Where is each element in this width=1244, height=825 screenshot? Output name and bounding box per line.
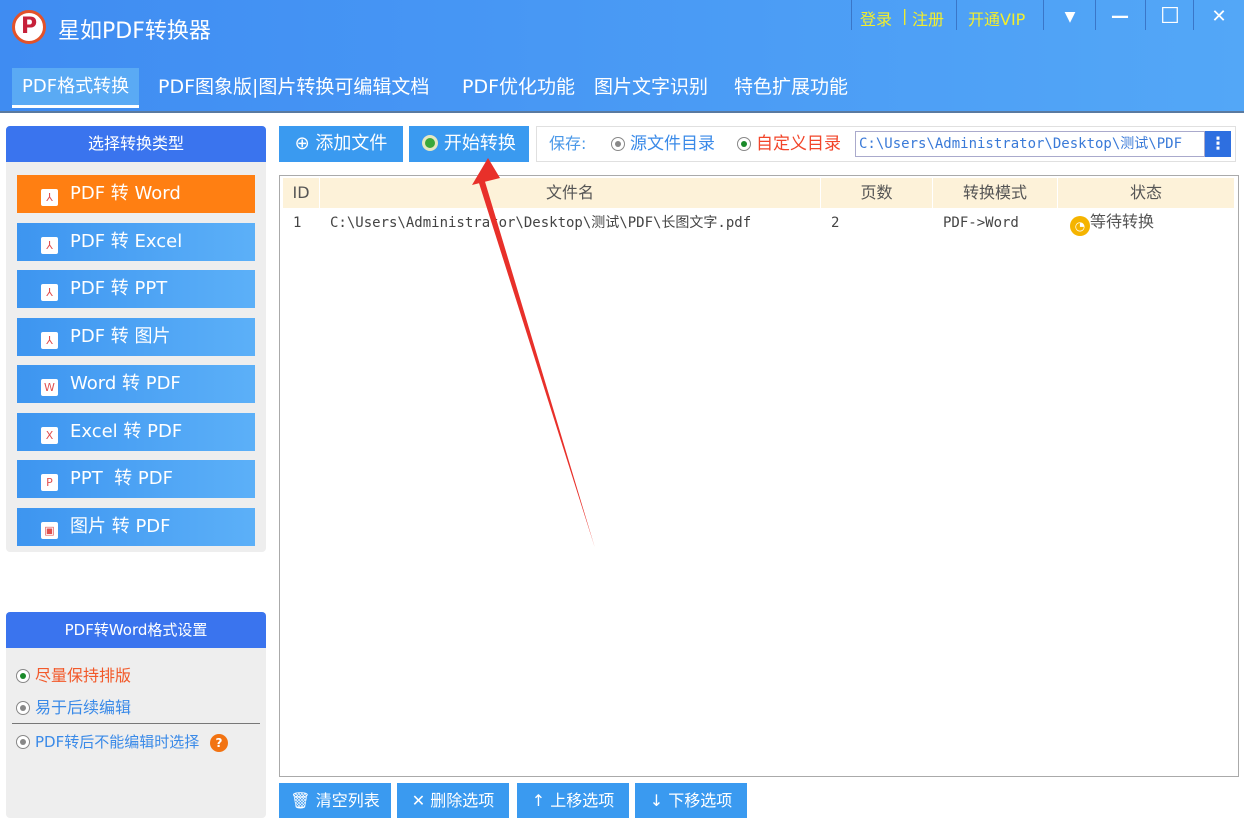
x-icon: ✕ [411, 791, 426, 810]
office-W-icon: W [41, 379, 58, 396]
radio-icon[interactable] [16, 735, 30, 749]
vip-link[interactable]: 开通VIP [968, 6, 1025, 30]
option-keep-layout[interactable]: 尽量保持排版 [16, 662, 131, 686]
tab-pdf-format[interactable]: PDF格式转换 [12, 68, 140, 108]
convert-option[interactable]: ▣ 图片 转 PDF [17, 507, 255, 546]
convert-option[interactable]: P PPT 转 PDF [17, 460, 255, 498]
clear-label: 清空列表 [315, 791, 380, 810]
table-row[interactable]: 1 C:\Users\Administrator\Desktop\测试\PDF\… [280, 209, 1238, 237]
cell-status: ◔ 等待转换 [1070, 209, 1154, 236]
convert-option-label: Excel 转 PDF [70, 420, 183, 442]
convert-option-label: 图片 转 PDF [70, 515, 171, 537]
column-header-filename[interactable]: 文件名 [320, 178, 820, 208]
column-header-id[interactable]: ID [283, 178, 319, 208]
column-header-status[interactable]: 状态 [1058, 178, 1234, 208]
option-label: 源文件目录 [630, 134, 715, 154]
convert-option-label: Word 转 PDF [70, 373, 181, 394]
tab-pdf-optimize[interactable]: PDF优化功能 [452, 68, 585, 108]
convert-option-label: PDF 转 PPT [70, 278, 168, 299]
app-title: 星如PDF转换器 [58, 19, 211, 44]
word-settings-panel: PDF转Word格式设置 尽量保持排版 易于后续编辑 PDF转后不能编辑时选择 … [6, 612, 266, 818]
start-dot-icon [422, 135, 439, 151]
app-logo-icon: P [12, 10, 46, 44]
arrow-up-icon: ↑ [531, 791, 546, 810]
pdf-icon: ⅄ [41, 284, 58, 301]
delete-label: 删除选项 [430, 791, 495, 810]
up-label: 上移选项 [550, 791, 615, 810]
option-custom-dir[interactable]: 自定义目录 [737, 127, 841, 161]
settings-title: PDF转Word格式设置 [6, 612, 266, 648]
register-link[interactable]: 注册 [912, 6, 944, 30]
cell-filename: C:\Users\Administrator\Desktop\测试\PDF\长图… [330, 215, 752, 231]
down-label: 下移选项 [668, 791, 733, 810]
close-icon[interactable]: ✕ [1196, 2, 1242, 32]
save-options: 保存: 源文件目录 自定义目录 C:\Users\Administrator\D… [536, 126, 1236, 162]
help-icon[interactable]: ? [210, 734, 229, 752]
option-label: PDF转后不能编辑时选择 [35, 733, 200, 751]
pdf-icon: ⅄ [41, 236, 58, 254]
convert-option[interactable]: ⅄ PDF 转 Word [17, 175, 255, 213]
column-header-mode[interactable]: 转换模式 [933, 178, 1057, 208]
start-label: 开始转换 [443, 133, 516, 154]
tab-ocr[interactable]: 图片文字识别 [584, 68, 718, 108]
convert-option[interactable]: ⅄ PDF 转 PPT [17, 270, 255, 308]
move-up-button[interactable]: ↑ 上移选项 [517, 783, 629, 818]
separator: | [902, 6, 908, 25]
option-label: 尽量保持排版 [35, 666, 132, 685]
clear-list-button[interactable]: 🗑 清空列表 [279, 783, 391, 818]
more-icon[interactable]: ⋮ [1205, 131, 1231, 157]
option-easy-edit[interactable]: 易于后续编辑 [16, 694, 131, 718]
minimize-icon[interactable]: — [1097, 2, 1143, 32]
office-P-icon: P [41, 474, 58, 491]
file-table: ID 文件名 页数 转换模式 状态 1 C:\Users\Administrat… [279, 175, 1239, 777]
convert-option-label: PDF 转 图片 [70, 325, 171, 347]
output-path-input[interactable]: C:\Users\Administrator\Desktop\测试\PDF [855, 131, 1205, 157]
clock-icon: ◔ [1070, 216, 1090, 236]
radio-icon[interactable] [16, 669, 30, 683]
plus-circle-icon: ⊕ [294, 133, 310, 154]
convert-option[interactable]: ⅄ PDF 转 图片 [17, 317, 255, 356]
option-label: 易于后续编辑 [35, 698, 132, 717]
delete-item-button[interactable]: ✕ 删除选项 [397, 783, 509, 818]
radio-icon[interactable] [611, 137, 625, 151]
title-bar: P 星如PDF转换器 登录 | 注册 开通VIP ▼ — ☐ ✕ PDF格式转换… [0, 0, 1244, 113]
option-unable-edit[interactable]: PDF转后不能编辑时选择 ? [16, 731, 229, 752]
radio-icon[interactable] [737, 137, 751, 151]
image-icon: ▣ [41, 521, 58, 539]
arrow-down-icon: ↓ [649, 791, 664, 810]
pdf-icon: ⅄ [41, 331, 58, 349]
convert-option[interactable]: ⅄ PDF 转 Excel [17, 222, 255, 261]
option-source-dir[interactable]: 源文件目录 [611, 127, 715, 161]
move-down-button[interactable]: ↓ 下移选项 [635, 783, 747, 818]
add-file-label: 添加文件 [315, 133, 388, 154]
save-label: 保存: [549, 134, 587, 153]
menu-icon[interactable]: ▼ [1047, 2, 1093, 32]
start-convert-button[interactable]: 开始转换 [409, 126, 529, 162]
office-X-icon: X [41, 426, 58, 444]
tab-pdf-image[interactable]: PDF图象版|图片转换可编辑文档 [148, 68, 439, 108]
convert-option[interactable]: X Excel 转 PDF [17, 412, 255, 451]
pdf-icon: ⅄ [41, 189, 58, 206]
add-file-button[interactable]: ⊕ 添加文件 [279, 126, 403, 162]
convert-option[interactable]: W Word 转 PDF [17, 365, 255, 403]
convert-option-label: PPT 转 PDF [70, 468, 173, 489]
radio-icon[interactable] [16, 701, 30, 715]
status-text: 等待转换 [1090, 212, 1155, 231]
login-link[interactable]: 登录 [860, 6, 892, 30]
panel-title: 选择转换类型 [6, 126, 266, 162]
cell-id: 1 [293, 215, 302, 231]
tab-extensions[interactable]: 特色扩展功能 [724, 68, 858, 108]
divider [12, 723, 260, 724]
cell-pages: 2 [831, 215, 840, 231]
maximize-icon[interactable]: ☐ [1147, 2, 1193, 32]
convert-option-label: PDF 转 Word [70, 183, 181, 204]
option-label: 自定义目录 [756, 134, 841, 154]
convert-option-label: PDF 转 Excel [70, 230, 183, 252]
cell-mode: PDF->Word [943, 215, 1019, 231]
trash-icon: 🗑 [290, 791, 311, 810]
column-header-pages[interactable]: 页数 [821, 178, 932, 208]
